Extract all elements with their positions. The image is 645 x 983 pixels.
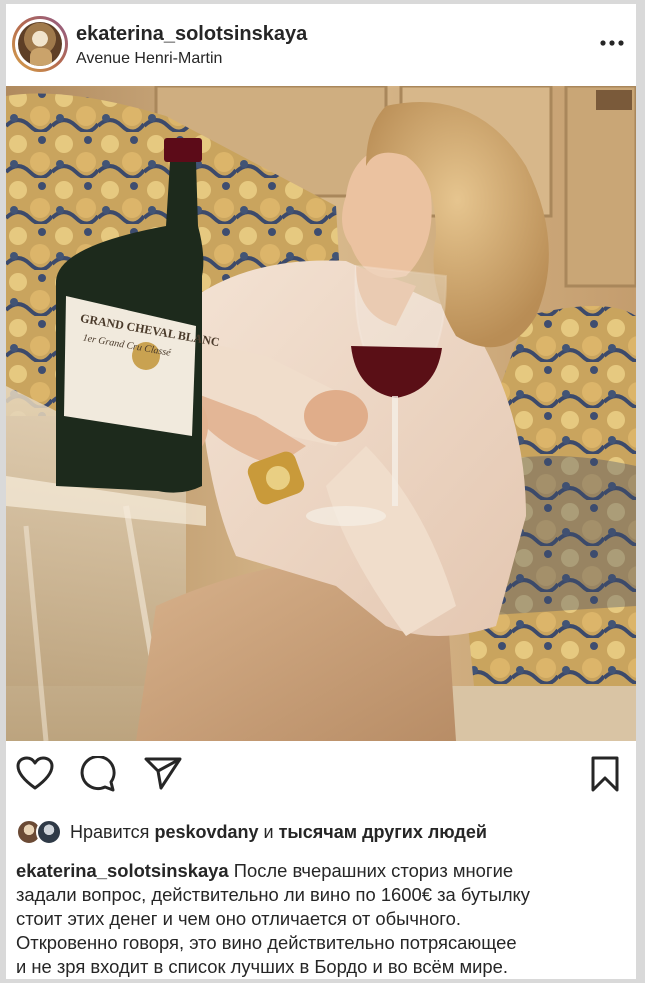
photo-illustration: GRAND CHEVAL BLANC 1er Grand Cru Classé [6, 86, 636, 741]
likes-others[interactable]: тысячам других людей [279, 822, 487, 842]
caption-line: Откровенно говоря, это вино действительн… [16, 932, 517, 953]
post-caption: ekaterina_solotsinskaya После вчерашних … [16, 859, 631, 979]
more-options-icon[interactable] [599, 36, 625, 50]
likes-prefix: Нравится [70, 822, 150, 842]
comment-icon[interactable] [80, 756, 116, 792]
caption-username[interactable]: ekaterina_solotsinskaya [16, 860, 229, 881]
caption-line: задали вопрос, действительно ли вино по … [16, 884, 530, 905]
caption-line: ekaterina_solotsinskaya После вчерашних … [16, 859, 631, 883]
likes-row: Нравится peskovdany и тысячам других люд… [16, 816, 626, 846]
heart-icon[interactable] [16, 756, 54, 792]
instagram-post: ekaterina_solotsinskaya Avenue Henri-Mar… [6, 4, 636, 979]
post-username[interactable]: ekaterina_solotsinskaya [76, 23, 307, 46]
liker-avatar[interactable] [36, 819, 62, 845]
post-header: ekaterina_solotsinskaya Avenue Henri-Mar… [6, 4, 636, 86]
avatar-image [18, 22, 62, 66]
post-location[interactable]: Avenue Henri-Martin [76, 50, 222, 68]
likes-conjunction: и [263, 822, 274, 842]
paper-plane-icon[interactable] [144, 756, 182, 790]
post-photo[interactable]: GRAND CHEVAL BLANC 1er Grand Cru Classé [6, 86, 636, 741]
caption-line: стоит этих денег и чем оно отличается от… [16, 908, 461, 929]
caption-line: и не зря входит в список лучших в Бордо … [16, 956, 509, 977]
avatar[interactable] [12, 16, 68, 72]
bookmark-icon[interactable] [590, 756, 620, 792]
avatar-border [15, 19, 65, 69]
likes-user[interactable]: peskovdany [154, 822, 258, 842]
post-actions [6, 756, 636, 800]
likes-summary[interactable]: Нравится peskovdany и тысячам других люд… [70, 822, 487, 843]
caption-text: После вчерашних сториз многие [233, 860, 514, 881]
